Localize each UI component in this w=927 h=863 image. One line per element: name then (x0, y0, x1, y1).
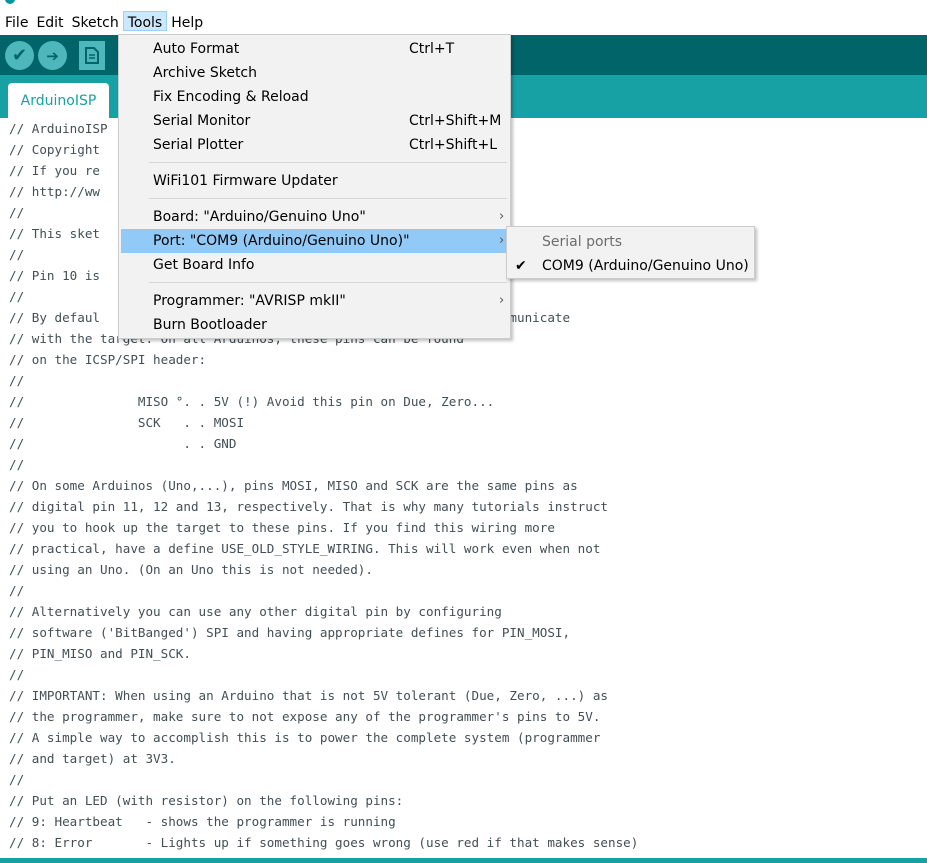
menu-item[interactable]: Fix Encoding & Reload (121, 85, 508, 109)
code-line: // Pin 10 is (9, 268, 100, 283)
chevron-right-icon: › (499, 233, 505, 248)
tools-menu: Auto Format Ctrl+T Archive Sketch Fix Encod… (118, 34, 511, 339)
code-line: // (9, 667, 25, 682)
menu-separator (149, 162, 507, 163)
code-line: // IMPORTANT: When using an Arduino that… (9, 688, 608, 703)
menu-item-label: Fix Encoding & Reload (153, 89, 309, 105)
menu-item[interactable]: Serial Monitor Ctrl+Shift+M (121, 109, 508, 133)
code-line: // SCK . . MOSI (9, 415, 245, 430)
menu-item-shortcut: Ctrl+Shift+L (409, 137, 497, 153)
chevron-right-icon: › (499, 293, 505, 308)
code-line: // Copyright (9, 142, 100, 157)
menu-item[interactable]: Burn Bootloader (121, 313, 508, 337)
code-line: // MISO °. . 5V (!) Avoid this pin on Du… (9, 394, 495, 409)
code-line: // (9, 205, 25, 220)
tab-arduinoisp[interactable]: ArduinoISP (8, 83, 109, 118)
upload-button[interactable]: ➔ (38, 41, 67, 70)
code-line: // (9, 247, 25, 262)
menu-item-label: Programmer: "AVRISP mkII" (153, 293, 346, 309)
code-line: // Put an LED (with resistor) on the fol… (9, 793, 404, 808)
new-button[interactable] (79, 41, 105, 70)
menu-item-shortcut: Ctrl+T (409, 41, 455, 57)
code-line: // (9, 772, 25, 787)
menu-item[interactable]: Programmer: "AVRISP mkII" › (121, 289, 508, 313)
menu-item-label: Board: "Arduino/Genuino Uno" (153, 209, 366, 225)
menu-separator (149, 282, 507, 283)
code-line: // This sket (9, 226, 100, 241)
menu-item-label: Auto Format (153, 41, 240, 57)
menu-item-label: Burn Bootloader (153, 317, 267, 333)
menu-item[interactable]: Port: "COM9 (Arduino/Genuino Uno)" › (121, 229, 508, 253)
menu-file[interactable]: File (1, 11, 32, 31)
checkmark-icon: ✔ (515, 258, 527, 274)
menu-item-label: Serial Plotter (153, 137, 244, 153)
menu-item[interactable]: Board: "Arduino/Genuino Uno" › (121, 205, 508, 229)
code-line: // If you re (9, 163, 100, 178)
menu-help[interactable]: Help (167, 11, 207, 31)
menu-item-label: Get Board Info (153, 257, 255, 273)
code-line: // ArduinoISP (9, 121, 108, 136)
code-line: // On some Arduinos (Uno,...), pins MOSI… (9, 478, 578, 493)
code-line: // digital pin 11, 12 and 13, respective… (9, 499, 608, 514)
arduino-app-icon (5, 0, 15, 4)
menu-bar: File Edit Sketch Tools Help (0, 9, 927, 33)
menu-tools[interactable]: Tools (122, 11, 168, 31)
status-bar (0, 858, 927, 863)
menu-item-label: Serial Monitor (153, 113, 251, 129)
code-line: // on the ICSP/SPI header: (9, 352, 207, 367)
menu-item-shortcut: Ctrl+Shift+M (409, 113, 502, 129)
port-item-com9[interactable]: ✔ COM9 (Arduino/Genuino Uno) (509, 254, 752, 278)
menu-item[interactable]: Get Board Info (121, 253, 508, 277)
code-line: // (9, 373, 25, 388)
code-line: // software ('BitBanged') SPI and having… (9, 625, 571, 640)
arrow-right-icon: ➔ (46, 46, 59, 65)
code-line: // and target) at 3V3. (9, 751, 176, 766)
verify-button[interactable]: ✔ (5, 41, 34, 70)
menu-item-label: Port: "COM9 (Arduino/Genuino Uno)" (153, 233, 410, 249)
code-line: // (9, 583, 25, 598)
check-icon: ✔ (11, 45, 28, 66)
menu-edit[interactable]: Edit (32, 11, 67, 31)
menu-item[interactable]: Auto Format Ctrl+T (121, 37, 508, 61)
code-line: // 9: Heartbeat - shows the programmer i… (9, 814, 396, 829)
menu-item[interactable]: WiFi101 Firmware Updater (121, 169, 508, 193)
chevron-right-icon: › (499, 209, 505, 224)
menu-item[interactable]: Archive Sketch (121, 61, 508, 85)
code-line: // you to hook up the target to these pi… (9, 520, 555, 535)
code-line: // A simple way to accomplish this is to… (9, 730, 601, 745)
code-line: // using an Uno. (On an Uno this is not … (9, 562, 373, 577)
menu-item-label: Archive Sketch (153, 65, 258, 81)
code-line: // the programmer, make sure to not expo… (9, 709, 601, 724)
code-line: // http://ww (9, 184, 100, 199)
menu-sketch[interactable]: Sketch (68, 11, 123, 31)
document-icon (85, 47, 99, 64)
code-line: // . . GND (9, 436, 237, 451)
menu-separator (149, 198, 507, 199)
code-line: // PIN_MISO and PIN_SCK. (9, 646, 191, 661)
port-submenu: Serial ports ✔ COM9 (Arduino/Genuino Uno… (506, 226, 755, 279)
menu-item[interactable]: Serial Plotter Ctrl+Shift+L (121, 133, 508, 157)
title-bar (0, 0, 927, 6)
serial-ports-header: Serial ports (542, 234, 623, 250)
code-line: // 8: Error - Lights up if something goe… (9, 835, 639, 850)
menu-item-label: WiFi101 Firmware Updater (153, 173, 338, 189)
code-line: // Alternatively you can use any other d… (9, 604, 502, 619)
code-line: // (9, 289, 25, 304)
code-line: // (9, 457, 25, 472)
code-line: // practical, have a define USE_OLD_STYL… (9, 541, 601, 556)
